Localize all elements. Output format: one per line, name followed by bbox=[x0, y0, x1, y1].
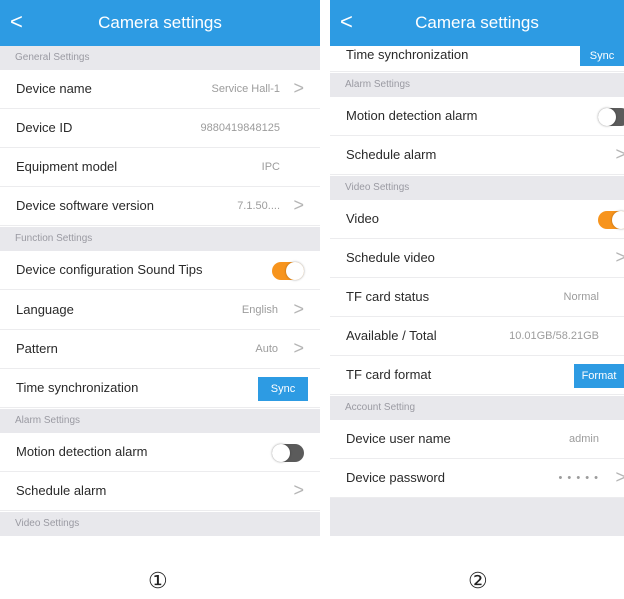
video-row: Video bbox=[330, 200, 624, 239]
panel-marker-1: ① bbox=[148, 568, 168, 593]
chevron-right-icon: > bbox=[615, 467, 624, 487]
available-total-row: Available / Total 10.01GB/58.21GB bbox=[330, 317, 624, 356]
tf-card-status-value: Normal bbox=[563, 291, 599, 303]
motion-detection-row: Motion detection alarm bbox=[330, 97, 624, 136]
chevron-right-icon: > bbox=[293, 338, 304, 358]
toggle-knob bbox=[272, 444, 290, 462]
equipment-model-value: IPC bbox=[261, 161, 280, 173]
schedule-alarm-label: Schedule alarm bbox=[16, 483, 107, 498]
schedule-alarm-label: Schedule alarm bbox=[346, 147, 437, 162]
device-password-row[interactable]: Device password • • • • • > bbox=[330, 459, 624, 498]
section-alarm-settings: Alarm Settings bbox=[330, 73, 624, 97]
chevron-right-icon: > bbox=[615, 144, 624, 164]
time-sync-row: Time synchronization Sync bbox=[0, 369, 320, 408]
chevron-right-icon: > bbox=[615, 247, 624, 267]
toggle-knob bbox=[286, 262, 304, 280]
equipment-model-label: Equipment model bbox=[16, 159, 118, 174]
chevron-right-icon: > bbox=[293, 195, 304, 215]
device-id-label: Device ID bbox=[16, 120, 73, 135]
settings-panel-2: Time synchronization Sync < Camera setti… bbox=[330, 0, 624, 536]
video-toggle[interactable] bbox=[598, 211, 624, 229]
software-version-label: Device software version bbox=[16, 198, 154, 213]
device-user-name-value: admin bbox=[569, 433, 599, 445]
device-password-value: • • • • • bbox=[558, 472, 599, 484]
header-bar: < Camera settings bbox=[330, 0, 624, 46]
device-name-row[interactable]: Device name Service Hall-1 > bbox=[0, 70, 320, 109]
schedule-video-row[interactable]: Schedule video > bbox=[330, 239, 624, 278]
sound-tips-label: Device configuration Sound Tips bbox=[16, 262, 203, 277]
section-general-settings: General Settings bbox=[0, 46, 320, 70]
software-version-value: 7.1.50.... bbox=[237, 200, 280, 212]
empty-footer-area bbox=[330, 498, 624, 536]
section-video-settings: Video Settings bbox=[0, 512, 320, 536]
sync-button[interactable]: Sync bbox=[258, 377, 308, 401]
sound-tips-toggle[interactable] bbox=[272, 262, 304, 280]
motion-detection-label: Motion detection alarm bbox=[16, 444, 148, 459]
software-version-row[interactable]: Device software version 7.1.50.... > bbox=[0, 187, 320, 226]
motion-detection-row: Motion detection alarm bbox=[0, 433, 320, 472]
tf-card-format-label: TF card format bbox=[346, 367, 432, 382]
language-row[interactable]: Language English > bbox=[0, 291, 320, 330]
chevron-right-icon: > bbox=[293, 299, 304, 319]
tf-card-status-label: TF card status bbox=[346, 289, 430, 304]
tf-card-format-row: TF card format Format bbox=[330, 356, 624, 395]
pattern-label: Pattern bbox=[16, 341, 58, 356]
pattern-value: Auto bbox=[255, 343, 278, 355]
device-id-value: 9880419848125 bbox=[200, 122, 280, 134]
device-id-row: Device ID 9880419848125 bbox=[0, 109, 320, 148]
pattern-row[interactable]: Pattern Auto > bbox=[0, 330, 320, 369]
motion-detection-toggle[interactable] bbox=[272, 444, 304, 462]
chevron-right-icon: > bbox=[293, 78, 304, 98]
schedule-alarm-row[interactable]: Schedule alarm > bbox=[0, 472, 320, 511]
section-account-setting: Account Setting bbox=[330, 396, 624, 420]
language-value: English bbox=[241, 304, 278, 316]
toggle-knob bbox=[598, 108, 616, 126]
section-alarm-settings: Alarm Settings bbox=[0, 409, 320, 433]
device-user-name-label: Device user name bbox=[346, 431, 451, 446]
page-title: Camera settings bbox=[415, 13, 539, 32]
device-name-label: Device name bbox=[16, 81, 92, 96]
header-bar: < Camera settings bbox=[0, 0, 320, 46]
video-label: Video bbox=[346, 211, 380, 226]
available-total-label: Available / Total bbox=[346, 328, 437, 343]
device-password-label: Device password bbox=[346, 470, 445, 485]
device-name-value: Service Hall-1 bbox=[211, 83, 280, 95]
available-total-value: 10.01GB/58.21GB bbox=[509, 330, 599, 342]
time-sync-label: Time synchronization bbox=[346, 47, 469, 62]
schedule-video-label: Schedule video bbox=[346, 250, 435, 265]
language-label: Language bbox=[16, 302, 74, 317]
motion-detection-toggle[interactable] bbox=[598, 108, 624, 126]
tf-card-status-row: TF card status Normal bbox=[330, 278, 624, 317]
time-sync-label: Time synchronization bbox=[16, 380, 139, 395]
toggle-knob bbox=[612, 211, 624, 229]
page-title: Camera settings bbox=[98, 13, 222, 32]
format-button[interactable]: Format bbox=[574, 364, 624, 388]
panel-marker-2: ② bbox=[468, 568, 488, 593]
equipment-model-row: Equipment model IPC bbox=[0, 148, 320, 187]
settings-panel-1: < Camera settings General Settings Devic… bbox=[0, 0, 320, 536]
device-user-name-row: Device user name admin bbox=[330, 420, 624, 459]
section-video-settings: Video Settings bbox=[330, 176, 624, 200]
schedule-alarm-row[interactable]: Schedule alarm > bbox=[330, 136, 624, 175]
section-function-settings: Function Settings bbox=[0, 227, 320, 251]
chevron-right-icon: > bbox=[293, 480, 304, 500]
sync-button[interactable]: Sync bbox=[580, 46, 624, 66]
motion-detection-label: Motion detection alarm bbox=[346, 108, 478, 123]
sound-tips-row: Device configuration Sound Tips bbox=[0, 251, 320, 290]
